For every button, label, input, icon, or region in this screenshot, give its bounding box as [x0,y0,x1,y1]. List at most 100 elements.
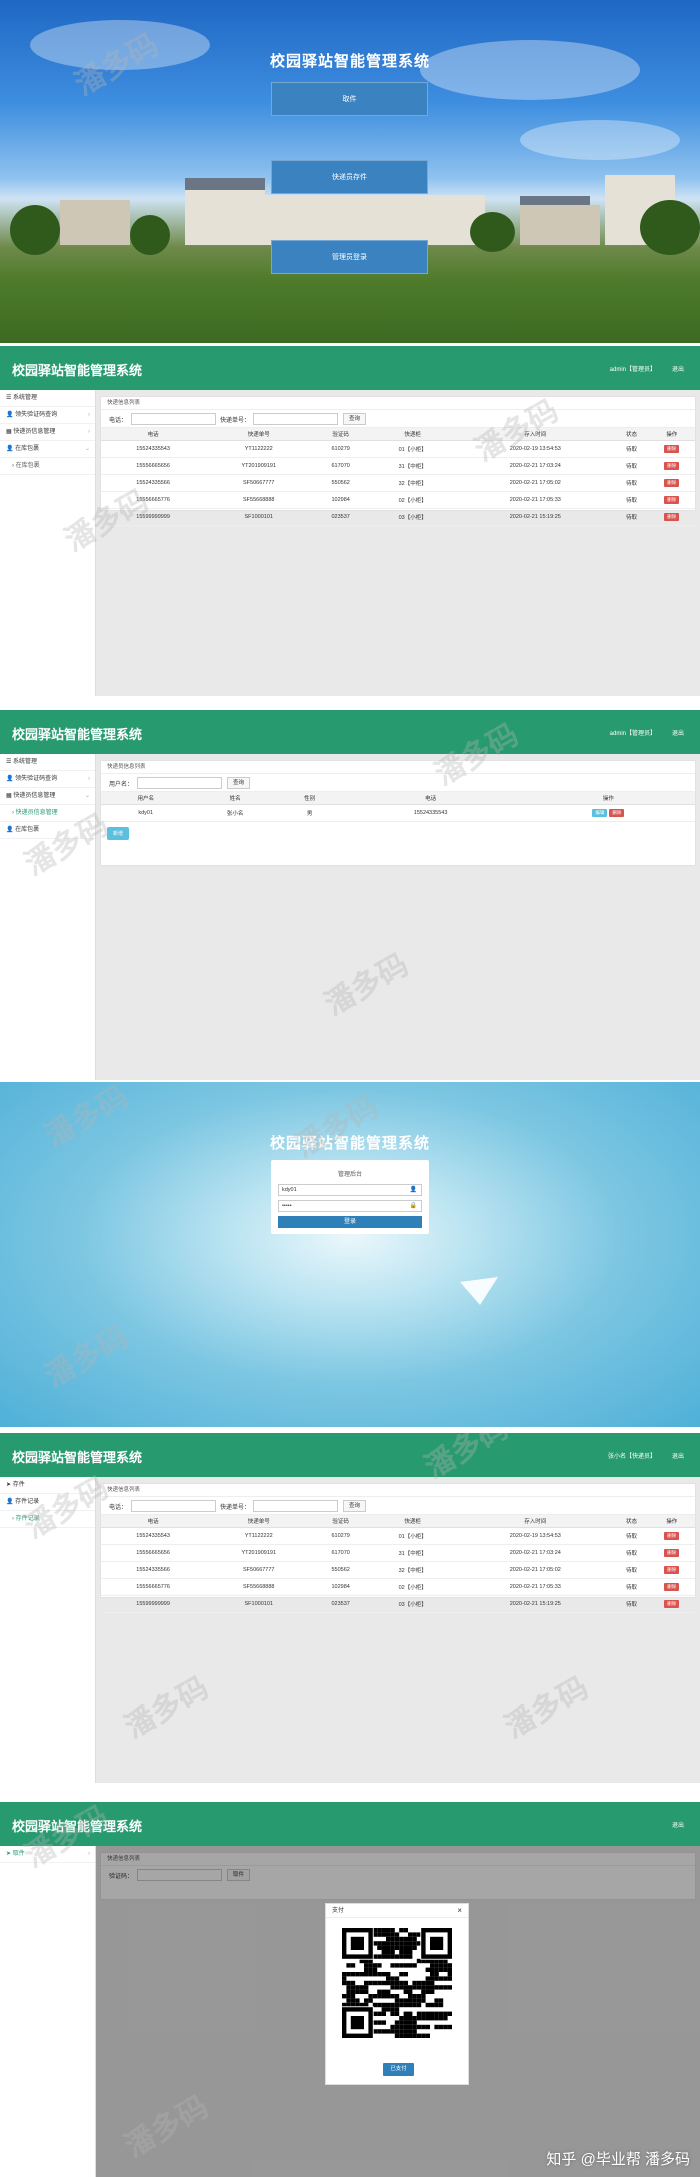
table-cell: 31【中柜】 [369,1544,457,1562]
main-content: 快递员信息列表 用户名： 查询 用户名 姓名 性别 电话 操作 kdy01 张小… [96,754,700,1080]
current-user[interactable]: 张小名【快递员】 [608,1451,656,1460]
search-bar: 电话： 快递单号： 查询 [101,410,695,428]
sidebar-item-system[interactable]: ☰ 系统管理 [0,390,95,407]
sidebar-item-courier-mgmt[interactable]: ▦ 快递员信息管理 › [0,424,95,441]
edit-button[interactable]: 编辑 [592,808,608,817]
sidebar-item-code-query[interactable]: 👤 领失验证码查询 › [0,771,95,788]
col-phone: 电话 [101,1515,206,1528]
table-cell: 2020-02-21 17:05:33 [456,1578,615,1596]
pickup-button[interactable]: 取件 [271,82,428,116]
sidebar-item-records[interactable]: 👤 存件记录 [0,1494,95,1511]
list-icon: ☰ [6,759,14,765]
parcel-table-body: 15524335543 YT1122222 610279 01【小柜】 2020-02-… [101,440,695,526]
delete-button[interactable]: 删除 [609,808,625,817]
add-button[interactable]: 新增 [107,826,130,840]
table-cell: 01【小柜】 [369,1527,457,1545]
table-cell: 待取 [614,1578,649,1596]
table-cell: 2020-02-21 17:03:24 [456,1544,615,1562]
username-label: 用户名： [109,782,134,788]
table-cell: 550562 [312,1561,370,1579]
col-tracking: 快递单号 [205,1515,313,1528]
current-user[interactable]: admin【管理员】 [610,728,656,737]
phone-label: 电话： [109,1505,128,1511]
watermark: 潘多码 [39,1320,134,1394]
delete-button[interactable]: 删除 [664,1565,680,1574]
admin-login-button[interactable]: 管理员登录 [271,240,428,274]
sidebar-item-system[interactable]: ☰ 系统管理 [0,754,95,771]
modal-header: 支付 × [326,1904,468,1918]
sidebar-item-instock[interactable]: 👤 在库包裹 ⌄ [0,441,95,458]
table-cell: 15524335566 [101,474,206,492]
table-cell: SF50667777 [205,474,313,492]
logout-link[interactable]: 退出 [672,364,684,373]
sidebar: ☰ 系统管理 👤 领失验证码查询 › ▦ 快递员信息管理 › 👤 在库包裹 ⌄ › 在… [0,390,96,696]
sidebar-item-code-query[interactable]: 👤 领失验证码查询 › [0,407,95,424]
search-button[interactable]: 查询 [343,413,367,425]
user-icon: 👤 [6,776,16,782]
parcel-table: 电话 快递单号 验证码 快递柜 存入时间 状态 操作 15524335543 YT… [101,1515,695,1613]
phone-input[interactable] [131,1500,216,1512]
username-field[interactable]: kdy01 👤 [278,1184,422,1196]
table-row: 15524335543 YT1122222 610279 01【小柜】 2020-02-… [101,1527,695,1545]
table-cell: 待取 [614,508,649,526]
delete-button[interactable]: 删除 [664,1599,680,1608]
tracking-label: 快递单号： [220,1505,251,1511]
delete-button[interactable]: 删除 [664,1582,680,1591]
sidebar-item-instock[interactable]: 👤 在库包裹 › [0,822,95,839]
tracking-input[interactable] [253,1500,338,1512]
sidebar: ☰ 系统管理 👤 领失验证码查询 › ▦ 快递员信息管理 ⌄ › 快递员信息管理 👤… [0,754,96,1080]
current-user[interactable]: admin【管理员】 [610,364,656,373]
password-field[interactable]: ••••• 🔒 [278,1200,422,1212]
sidebar-subitem-instock[interactable]: › 在库包裹 [0,458,95,475]
delete-button[interactable]: 删除 [664,461,680,470]
search-bar: 用户名： 查询 [101,774,695,792]
sidebar-subitem-courier-info[interactable]: › 快递员信息管理 [0,805,95,822]
courier-deposit-button[interactable]: 快递员存件 [271,160,428,194]
paid-button[interactable]: 已支付 [383,2063,414,2076]
parcel-card: 快递信息列表 电话： 快递单号： 查询 电话 快递单号 验证码 快递柜 存入时间… [100,396,696,526]
courier-records-panel: 校园驿站智能管理系统 张小名【快递员】 退出 ➤ 存件 👤 存件记录 › 存件记… [0,1433,700,1783]
logout-link[interactable]: 退出 [672,1451,684,1460]
chevron-right-icon: › [88,827,90,833]
sidebar-item-pickup[interactable]: ➤ 取件 › [0,1846,95,1863]
logout-link[interactable]: 退出 [672,1820,684,1829]
table-row: 15556665776 SF55668888 102984 02【小柜】 2020-02… [101,491,695,509]
app-title: 校园驿站智能管理系统 [12,727,143,742]
col-code: 验证码 [312,1515,370,1528]
phone-label: 电话： [109,418,128,424]
modal-title: 支付 [332,1908,345,1914]
table-cell: 023537 [312,1595,370,1613]
delete-button[interactable]: 删除 [664,512,680,521]
username-input[interactable] [137,777,222,789]
delete-button[interactable]: 删除 [664,478,680,487]
card-title: 快递员信息列表 [101,761,695,774]
search-button[interactable]: 查询 [227,777,251,789]
table-cell: 550562 [312,474,370,492]
delete-button[interactable]: 删除 [664,1531,680,1540]
sidebar-item-deposit[interactable]: ➤ 存件 [0,1477,95,1494]
table-row: 15524335543 YT1122222 610279 01【小柜】 2020-02-… [101,440,695,458]
login-button[interactable]: 登录 [278,1216,422,1228]
tree [640,200,700,255]
pickup-panel: 校园驿站智能管理系统 退出 ➤ 取件 › 快递信息列表 验证码： 取件 支付 × … [0,1802,700,2177]
close-icon[interactable]: × [457,1904,462,1918]
table-cell: 待取 [614,1544,649,1562]
tracking-input[interactable] [253,413,338,425]
table-cell: 2020-02-21 17:05:02 [456,1561,615,1579]
sidebar-item-courier-mgmt[interactable]: ▦ 快递员信息管理 ⌄ [0,788,95,805]
delete-button[interactable]: 删除 [664,444,680,453]
user-icon: 👤 [6,1499,16,1505]
table-cell: 15524335543 [101,1527,206,1545]
delete-button[interactable]: 删除 [664,495,680,504]
col-gender: 性别 [279,792,340,805]
sidebar-subitem-records[interactable]: › 存件记录 [0,1511,95,1528]
phone-input[interactable] [131,413,216,425]
main-content: 快递信息列表 电话： 快递单号： 查询 电话 快递单号 验证码 快递柜 存入时间… [96,1477,700,1783]
table-row: kdy01 张小名 男 15524335543 编辑 删除 [101,804,695,822]
sidebar: ➤ 存件 👤 存件记录 › 存件记录 [0,1477,96,1783]
header: 校园驿站智能管理系统 张小名【快递员】 退出 [0,1433,700,1477]
building [265,195,485,245]
delete-button[interactable]: 删除 [664,1548,680,1557]
logout-link[interactable]: 退出 [672,728,684,737]
search-button[interactable]: 查询 [343,1500,367,1512]
